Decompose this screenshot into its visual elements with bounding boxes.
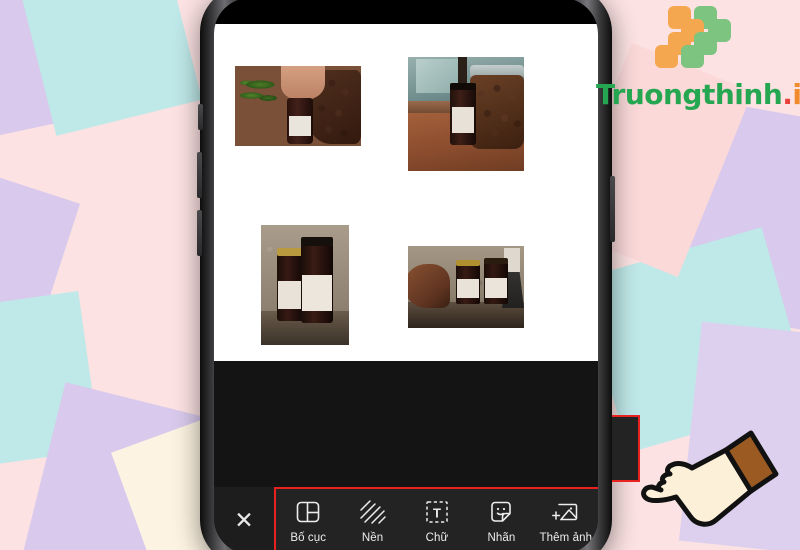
photo-two-bottles-portrait[interactable]: [261, 225, 349, 345]
tool-add-photo[interactable]: Thêm ảnh: [534, 489, 598, 550]
watermark-logo: Truongthinh.info: [596, 4, 800, 120]
tool-background-label: Nền: [361, 531, 384, 544]
tool-sticker-label: Nhãn: [487, 531, 516, 544]
pointing-hand-cursor: [630, 424, 800, 544]
tool-layout-label: Bố cục: [290, 531, 327, 544]
toolbar-items: Bố cục Nền T Chữ Nhãn Thêm ảnh: [274, 487, 598, 550]
close-icon[interactable]: ✕: [214, 487, 274, 550]
sticker-icon: [487, 498, 515, 526]
text-box-icon: T: [423, 498, 451, 526]
add-image-icon: [551, 498, 580, 526]
phone-screen: ✕ Bố cục Nền T Chữ Nhãn Thêm ảnh: [214, 0, 598, 550]
tool-layout[interactable]: Bố cục: [276, 489, 340, 550]
tool-background[interactable]: Nền: [340, 489, 404, 550]
volume-down-button[interactable]: [197, 210, 202, 256]
tool-sticker[interactable]: Nhãn: [469, 489, 533, 550]
collage-canvas[interactable]: [214, 24, 598, 361]
photo-bottle-jar-window[interactable]: [408, 57, 524, 171]
phone-device: ✕ Bố cục Nền T Chữ Nhãn Thêm ảnh: [197, 0, 615, 550]
diagonal-lines-icon: [359, 498, 387, 526]
phone-bezel: ✕ Bố cục Nền T Chữ Nhãn Thêm ảnh: [214, 0, 598, 550]
svg-text:T: T: [433, 505, 441, 520]
screenshot-stage: ✕ Bố cục Nền T Chữ Nhãn Thêm ảnh Truongt…: [0, 0, 800, 550]
tool-text-label: Chữ: [425, 531, 449, 544]
tile-orange-4: [655, 45, 678, 68]
power-button[interactable]: [610, 176, 615, 242]
logo-mark-tiles: [644, 6, 744, 78]
editor-toolbar: ✕ Bố cục Nền T Chữ Nhãn Thêm ảnh: [214, 487, 598, 550]
photo-hand-basil-coffee-bottle[interactable]: [235, 66, 361, 146]
mute-switch-button[interactable]: [198, 104, 203, 130]
layout-grid-icon: [294, 498, 322, 526]
tool-text[interactable]: T Chữ: [405, 489, 469, 550]
volume-up-button[interactable]: [197, 152, 202, 198]
photo-two-bottles-bench[interactable]: [408, 246, 524, 328]
tile-green-4: [681, 45, 704, 68]
logo-suffix: info: [792, 78, 800, 111]
tool-add-photo-label: Thêm ảnh: [539, 531, 593, 544]
logo-wordmark: Truongthinh.info: [596, 78, 800, 111]
logo-brand-text: Truongthinh: [596, 78, 783, 111]
logo-dot: .: [782, 78, 793, 111]
